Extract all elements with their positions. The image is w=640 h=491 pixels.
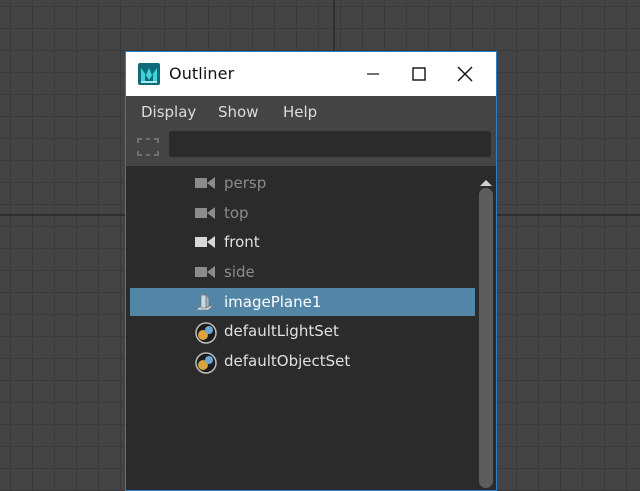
outliner-item-label: side: [224, 263, 255, 281]
outliner-item-imageplane1[interactable]: imagePlane1: [130, 288, 475, 316]
outliner-item-label: defaultLightSet: [224, 322, 339, 340]
set-icon: [194, 352, 218, 374]
search-filter-input[interactable]: [169, 131, 491, 157]
set-icon: [194, 322, 218, 344]
minimize-button[interactable]: [350, 52, 396, 96]
camera-icon: [194, 204, 218, 222]
outliner-item-label: defaultObjectSet: [224, 352, 351, 370]
scrollbar-thumb[interactable]: [479, 188, 493, 488]
outliner-item-label: imagePlane1: [224, 293, 322, 311]
outliner-item-label: persp: [224, 174, 267, 192]
close-icon: [457, 66, 473, 82]
filter-bar: [126, 126, 496, 166]
vertical-scrollbar[interactable]: [476, 168, 496, 488]
outliner-item-defaultobjectset[interactable]: defaultObjectSet: [130, 347, 475, 375]
maya-app-icon: [138, 63, 160, 85]
outliner-item-side[interactable]: side: [130, 258, 475, 286]
outliner-item-label: front: [224, 233, 260, 251]
select-filter-icon[interactable]: [136, 136, 160, 162]
outliner-item-defaultlightset[interactable]: defaultLightSet: [130, 317, 475, 345]
outliner-tree: persp top front side imagePlane1 default…: [130, 168, 475, 488]
minimize-icon: [367, 73, 379, 75]
menu-help[interactable]: Help: [283, 103, 317, 121]
camera-icon: [194, 174, 218, 192]
outliner-item-persp[interactable]: persp: [130, 169, 475, 197]
close-button[interactable]: [442, 52, 488, 96]
image-plane-icon: [194, 293, 218, 311]
camera-icon: [194, 233, 218, 251]
menu-show[interactable]: Show: [218, 103, 258, 121]
outliner-item-front[interactable]: front: [130, 228, 475, 256]
maximize-icon: [412, 67, 426, 81]
camera-icon: [194, 263, 218, 281]
menu-bar: Display Show Help: [126, 96, 496, 126]
outliner-item-top[interactable]: top: [130, 199, 475, 227]
outliner-item-label: top: [224, 204, 249, 222]
title-bar[interactable]: Outliner: [126, 52, 496, 96]
menu-display[interactable]: Display: [141, 103, 196, 121]
maximize-button[interactable]: [396, 52, 442, 96]
outliner-window: Outliner Display Show Help persp top fro…: [125, 51, 497, 491]
window-title: Outliner: [169, 64, 235, 83]
